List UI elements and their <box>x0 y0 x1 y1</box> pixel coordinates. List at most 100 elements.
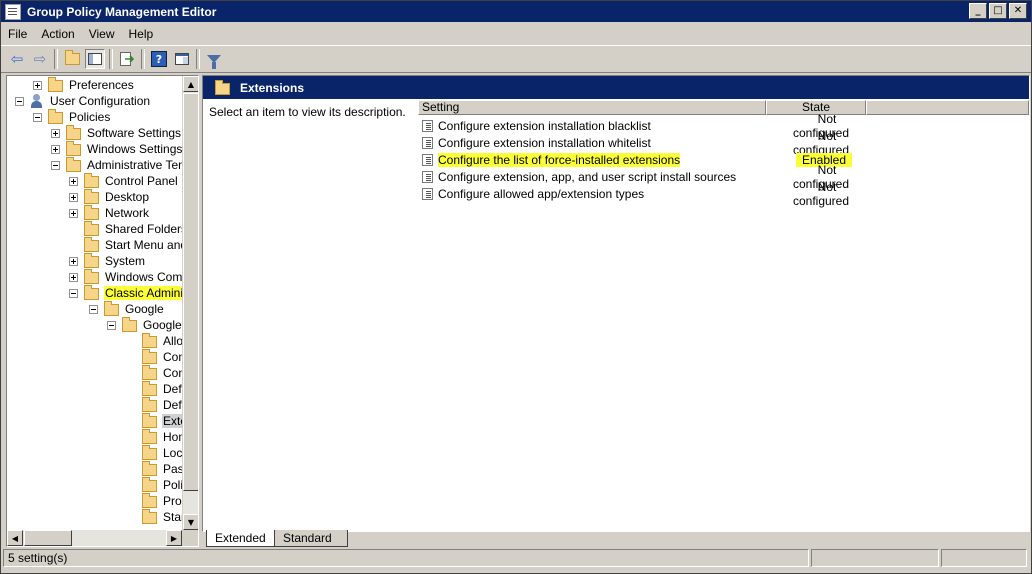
tree-item[interactable]: Def <box>127 381 183 397</box>
toolbar-separator <box>54 49 58 69</box>
scroll-up-arrow-icon: ▲ <box>187 79 195 89</box>
tree-horizontal-scrollbar[interactable]: ◀ ▶ <box>7 530 182 546</box>
expand-icon[interactable] <box>51 128 60 138</box>
close-button[interactable]: ✕ <box>1009 3 1027 19</box>
help-icon: ? <box>151 51 167 67</box>
tree-item[interactable]: Allo <box>127 333 184 349</box>
window-title: Group Policy Management Editor <box>27 4 217 19</box>
folder-icon <box>84 173 99 188</box>
setting-row[interactable]: Configure extension installation blackli… <box>422 112 1022 140</box>
menu-help[interactable]: Help <box>122 27 161 41</box>
title-bar[interactable]: Group Policy Management Editor _ □ ✕ <box>1 1 1031 22</box>
minimize-button[interactable]: _ <box>969 3 987 19</box>
scroll-down-button[interactable]: ▼ <box>183 514 198 530</box>
tree-item[interactable]: Loca <box>127 445 190 461</box>
scroll-left-button[interactable]: ◀ <box>7 530 23 546</box>
menu-view[interactable]: View <box>82 27 122 41</box>
setting-row[interactable]: Configure extension installation whiteli… <box>422 129 1022 157</box>
expand-icon[interactable] <box>69 176 78 186</box>
menu-file[interactable]: File <box>1 27 34 41</box>
up-one-level-button[interactable] <box>62 49 82 69</box>
export-list-icon <box>120 52 134 66</box>
tree-item-label: Classic Administ <box>104 286 194 300</box>
tree-item[interactable]: Pas <box>127 461 185 477</box>
scrollbar-corner <box>182 530 198 546</box>
collapse-icon[interactable] <box>69 288 78 298</box>
scroll-up-button[interactable]: ▲ <box>183 76 198 92</box>
tree-item[interactable]: Poli <box>127 477 184 493</box>
expand-icon[interactable] <box>51 144 60 154</box>
details-header: Extensions <box>203 76 1029 99</box>
folder-icon <box>142 509 157 524</box>
tree-item[interactable]: Google <box>89 301 165 317</box>
collapse-icon[interactable] <box>51 160 60 170</box>
tree-item[interactable]: Network <box>69 205 150 221</box>
tree-item[interactable]: Google <box>107 317 183 333</box>
horizontal-scroll-thumb[interactable] <box>24 530 72 546</box>
tree-item[interactable]: Administrative Temp <box>51 157 196 173</box>
forward-button[interactable]: ⇨ <box>30 49 50 69</box>
filter-button[interactable] <box>204 49 224 69</box>
tree-item[interactable]: Def <box>127 397 183 413</box>
folder-icon <box>48 77 63 92</box>
tree-item[interactable]: System <box>69 253 146 269</box>
tree-item-label: Control Panel <box>105 174 178 188</box>
tree-item[interactable]: Start Menu and <box>69 237 188 253</box>
tree-item[interactable]: Exte <box>127 413 189 429</box>
setting-row[interactable]: Configure allowed app/extension types Not… <box>422 180 1022 208</box>
collapse-icon[interactable] <box>89 304 98 314</box>
setting-state-value: Not configured <box>792 179 850 208</box>
tree-item[interactable]: Hom <box>127 429 189 445</box>
scroll-right-button[interactable]: ▶ <box>166 530 182 546</box>
tree-item[interactable]: Shared Folders <box>69 221 188 237</box>
tree-item[interactable]: User Configuration <box>15 93 151 109</box>
show-hide-tree-button[interactable] <box>85 49 105 69</box>
tree-item[interactable]: Policies <box>33 109 111 125</box>
tree-vertical-scrollbar[interactable]: ▲ ▼ <box>182 76 198 530</box>
maximize-button[interactable]: □ <box>989 3 1007 19</box>
tree-item[interactable]: Prox <box>127 493 189 509</box>
tree-item[interactable]: Windows Compo <box>69 269 197 285</box>
expand-icon[interactable] <box>69 256 78 266</box>
tree-item[interactable]: Classic Administ <box>69 285 194 301</box>
help-button[interactable]: ? <box>149 49 169 69</box>
folder-icon <box>142 461 157 476</box>
scroll-down-arrow-icon: ▼ <box>187 517 195 527</box>
tree-item[interactable]: Preferences <box>33 77 135 93</box>
setting-row[interactable]: Configure extension, app, and user scrip… <box>422 163 1022 191</box>
details-pane: Extensions Select an item to view its de… <box>202 75 1030 532</box>
folder-icon <box>48 109 63 124</box>
folder-icon <box>104 301 119 316</box>
folder-icon <box>66 157 81 172</box>
tree-item-label: System <box>105 254 146 268</box>
folder-icon <box>142 445 157 460</box>
console-tree[interactable]: Preferences User Configuration Policies Sof… <box>6 75 199 547</box>
setting-row[interactable]: Configure the list of force-installed ex… <box>422 151 1022 168</box>
tree-item[interactable]: Star <box>127 509 186 525</box>
expand-icon[interactable] <box>69 272 78 282</box>
status-pane-3 <box>941 549 1027 567</box>
menu-action[interactable]: Action <box>34 27 81 41</box>
vertical-scroll-thumb[interactable] <box>183 93 198 491</box>
tree-item[interactable]: Control Panel <box>69 173 179 189</box>
tree-item[interactable]: Con <box>127 349 186 365</box>
properties-button[interactable] <box>172 49 192 69</box>
collapse-icon[interactable] <box>15 96 24 106</box>
tab-standard[interactable]: Standard <box>274 530 348 547</box>
forward-arrow-icon: ⇨ <box>33 50 47 68</box>
tree-item[interactable]: Windows Settings <box>51 141 183 157</box>
tree-item[interactable]: Software Settings <box>51 125 182 141</box>
column-header-setting[interactable]: Setting <box>418 100 766 115</box>
tree-item[interactable]: Desktop <box>69 189 150 205</box>
export-list-button[interactable] <box>117 49 137 69</box>
expand-icon[interactable] <box>69 192 78 202</box>
collapse-icon[interactable] <box>107 320 116 330</box>
expand-icon[interactable] <box>69 208 78 218</box>
tree-item-label: Administrative Temp <box>87 158 195 172</box>
tab-extended[interactable]: Extended <box>206 530 284 547</box>
expand-icon[interactable] <box>33 80 42 90</box>
properties-icon <box>175 53 189 65</box>
back-button[interactable]: ⇦ <box>7 49 27 69</box>
tree-item[interactable]: Con <box>127 365 186 381</box>
collapse-icon[interactable] <box>33 112 42 122</box>
